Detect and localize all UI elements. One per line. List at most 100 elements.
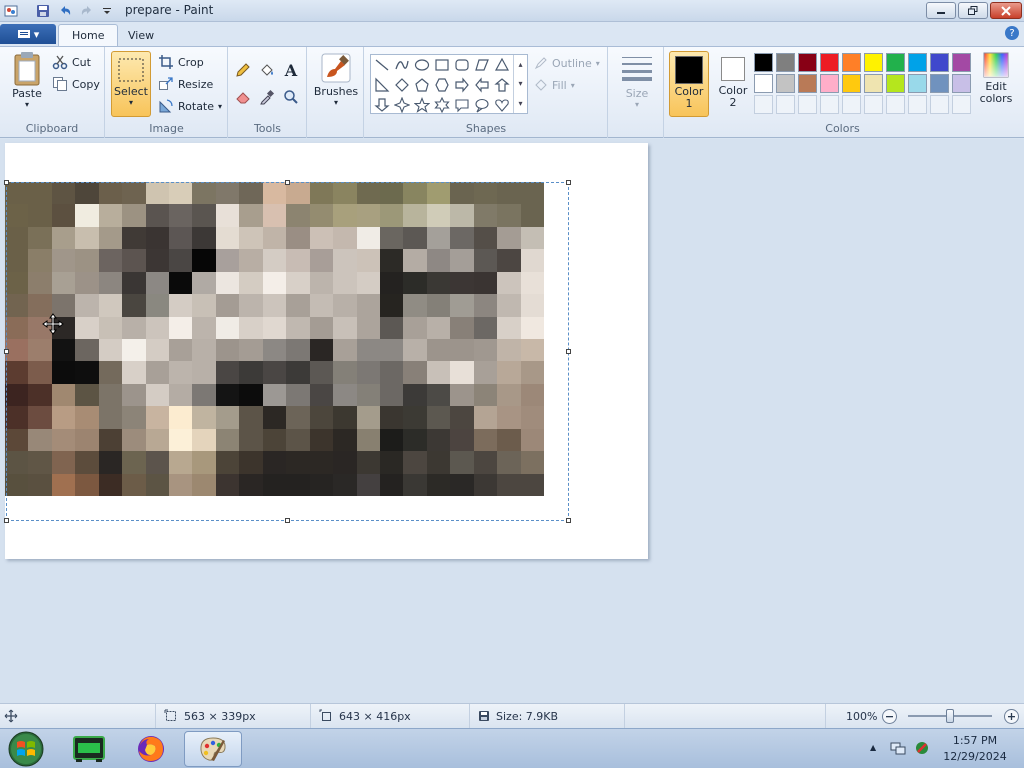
five-point-star-shape[interactable]: [412, 95, 432, 115]
fill-button[interactable]: Fill ▾: [534, 75, 575, 95]
zoom-out-button[interactable]: [882, 709, 897, 724]
taskbar-firefox-app[interactable]: [122, 731, 180, 767]
oval-shape[interactable]: [412, 55, 432, 75]
save-icon[interactable]: [34, 2, 52, 20]
diamond-shape[interactable]: [392, 75, 412, 95]
expand-gallery-icon[interactable]: ▾: [518, 99, 522, 108]
rounded-rectangle-shape[interactable]: [452, 55, 472, 75]
minimize-button[interactable]: [926, 2, 956, 19]
tab-view[interactable]: View: [115, 24, 167, 46]
zoom-slider-thumb[interactable]: [946, 709, 954, 723]
palette-swatch[interactable]: [864, 74, 883, 93]
undo-icon[interactable]: [56, 2, 74, 20]
scroll-up-icon[interactable]: ▴: [518, 60, 522, 69]
line-shape[interactable]: [372, 55, 392, 75]
palette-swatch[interactable]: [908, 53, 927, 72]
taskbar-paint-app[interactable]: [184, 731, 242, 767]
edit-colors-button[interactable]: Edit colors: [976, 51, 1016, 105]
resize-handle-top-left[interactable]: [4, 180, 9, 185]
triangle-shape[interactable]: [492, 55, 512, 75]
drawing-canvas[interactable]: [4, 143, 648, 559]
custom-color-slot[interactable]: [886, 95, 905, 114]
palette-swatch[interactable]: [798, 74, 817, 93]
palette-swatch[interactable]: [930, 53, 949, 72]
cut-button[interactable]: Cut: [52, 52, 91, 72]
magnifier-tool[interactable]: [280, 86, 302, 108]
select-button[interactable]: Select ▾: [111, 51, 151, 117]
resize-handle-left[interactable]: [4, 349, 9, 354]
restore-button[interactable]: [958, 2, 988, 19]
curve-shape[interactable]: [392, 55, 412, 75]
eraser-tool[interactable]: [232, 86, 254, 108]
redo-icon[interactable]: [78, 2, 96, 20]
palette-swatch[interactable]: [930, 74, 949, 93]
canvas-workspace[interactable]: [0, 139, 1024, 703]
right-triangle-shape[interactable]: [372, 75, 392, 95]
custom-color-slot[interactable]: [798, 95, 817, 114]
palette-swatch[interactable]: [776, 74, 795, 93]
resize-handle-bottom[interactable]: [285, 518, 290, 523]
fill-tool[interactable]: [256, 59, 278, 81]
hexagon-shape[interactable]: [432, 75, 452, 95]
color-picker-tool[interactable]: [256, 86, 278, 108]
shapes-scroll[interactable]: ▴ ▾ ▾: [513, 55, 527, 113]
paste-button[interactable]: Paste ▾: [8, 51, 46, 109]
palette-swatch[interactable]: [754, 74, 773, 93]
right-arrow-shape[interactable]: [452, 75, 472, 95]
down-arrow-shape[interactable]: [372, 95, 392, 115]
palette-swatch[interactable]: [864, 53, 883, 72]
network-icon[interactable]: [890, 740, 906, 759]
custom-color-slot[interactable]: [952, 95, 971, 114]
custom-color-slot[interactable]: [776, 95, 795, 114]
four-point-star-shape[interactable]: [392, 95, 412, 115]
resize-handle-top-right[interactable]: [566, 180, 571, 185]
custom-color-slot[interactable]: [754, 95, 773, 114]
palette-swatch[interactable]: [886, 74, 905, 93]
paint-app-icon[interactable]: [2, 2, 20, 20]
palette-swatch[interactable]: [820, 74, 839, 93]
palette-swatch[interactable]: [798, 53, 817, 72]
resize-handle-bottom-right[interactable]: [566, 518, 571, 523]
palette-swatch[interactable]: [952, 53, 971, 72]
palette-swatch[interactable]: [952, 74, 971, 93]
selection-box[interactable]: [4, 180, 571, 523]
tab-home[interactable]: Home: [58, 24, 119, 46]
custom-color-slot[interactable]: [930, 95, 949, 114]
polygon-shape[interactable]: [472, 55, 492, 75]
size-button[interactable]: Size ▾: [617, 53, 657, 109]
left-arrow-shape[interactable]: [472, 75, 492, 95]
palette-swatch[interactable]: [908, 74, 927, 93]
resize-handle-bottom-left[interactable]: [4, 518, 9, 523]
custom-color-slot[interactable]: [820, 95, 839, 114]
rounded-callout-shape[interactable]: [452, 95, 472, 115]
color2-button[interactable]: Color 2: [713, 51, 753, 109]
outline-button[interactable]: Outline ▾: [534, 53, 600, 73]
close-button[interactable]: [990, 2, 1022, 19]
pentagon-shape[interactable]: [412, 75, 432, 95]
resize-handle-right[interactable]: [566, 349, 571, 354]
palette-swatch[interactable]: [842, 53, 861, 72]
start-button[interactable]: [4, 730, 48, 768]
palette-swatch[interactable]: [842, 74, 861, 93]
palette-swatch[interactable]: [886, 53, 905, 72]
resize-button[interactable]: Resize: [158, 74, 213, 94]
color1-button[interactable]: Color 1: [669, 51, 709, 117]
show-hidden-icons-chevron-icon[interactable]: ▲: [870, 743, 876, 752]
resize-handle-top[interactable]: [285, 180, 290, 185]
up-arrow-shape[interactable]: [492, 75, 512, 95]
file-menu-button[interactable]: ▾: [0, 24, 56, 44]
custom-color-slot[interactable]: [908, 95, 927, 114]
six-point-star-shape[interactable]: [432, 95, 452, 115]
pencil-tool[interactable]: [232, 59, 254, 81]
copy-button[interactable]: Copy: [52, 74, 100, 94]
custom-color-slot[interactable]: [842, 95, 861, 114]
palette-swatch[interactable]: [820, 53, 839, 72]
heart-shape[interactable]: [492, 95, 512, 115]
scroll-down-icon[interactable]: ▾: [518, 79, 522, 88]
rectangle-shape[interactable]: [432, 55, 452, 75]
customize-toolbar-chevron-icon[interactable]: [98, 2, 116, 20]
security-shield-icon[interactable]: [914, 740, 930, 759]
system-clock[interactable]: 1:57 PM 12/29/2024: [936, 733, 1014, 765]
oval-callout-shape[interactable]: [472, 95, 492, 115]
palette-swatch[interactable]: [776, 53, 795, 72]
